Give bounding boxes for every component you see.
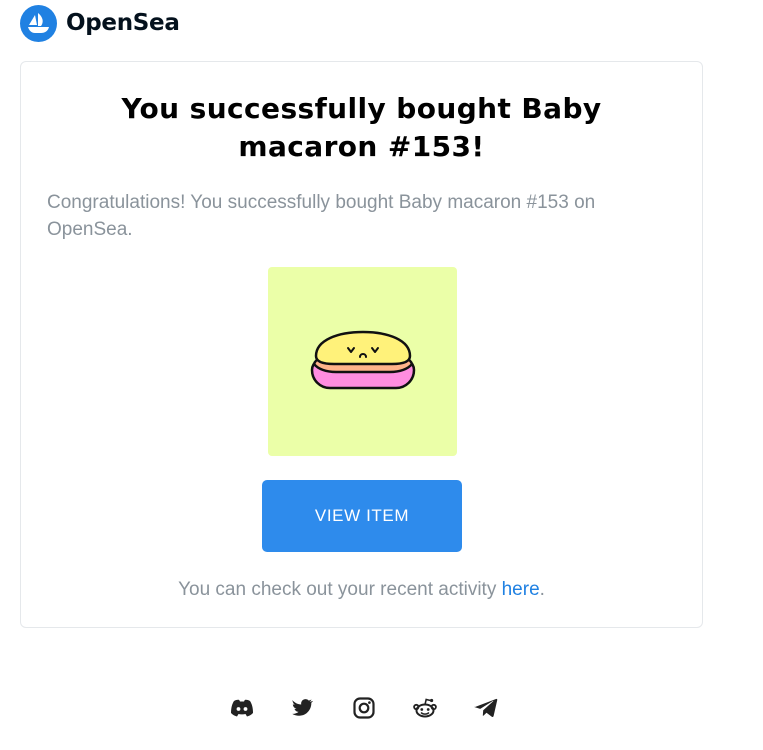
purchase-title: You successfully bought Baby macaron #15… (121, 92, 602, 163)
recent-activity-prefix: You can check out your recent activity (178, 579, 502, 600)
opensea-ship-icon[interactable] (20, 4, 57, 42)
here-link[interactable]: here (502, 579, 540, 600)
instagram-icon[interactable] (350, 694, 378, 722)
reddit-icon[interactable] (411, 694, 439, 722)
email-header: OpenSea (20, 4, 180, 42)
macaron-nft-image[interactable] (268, 267, 457, 456)
purchase-description: Congratulations! You successfully bought… (47, 192, 596, 240)
recent-activity-text: You can check out your recent activity h… (21, 579, 702, 601)
view-item-button[interactable]: VIEW ITEM (262, 480, 462, 552)
social-links (228, 693, 500, 723)
twitter-icon[interactable] (289, 694, 317, 722)
purchase-card: You successfully bought Baby macaron #15… (20, 61, 703, 628)
telegram-icon[interactable] (472, 694, 500, 722)
recent-activity-suffix: . (539, 579, 545, 600)
brand-name[interactable]: OpenSea (66, 10, 180, 36)
discord-icon[interactable] (228, 694, 256, 722)
